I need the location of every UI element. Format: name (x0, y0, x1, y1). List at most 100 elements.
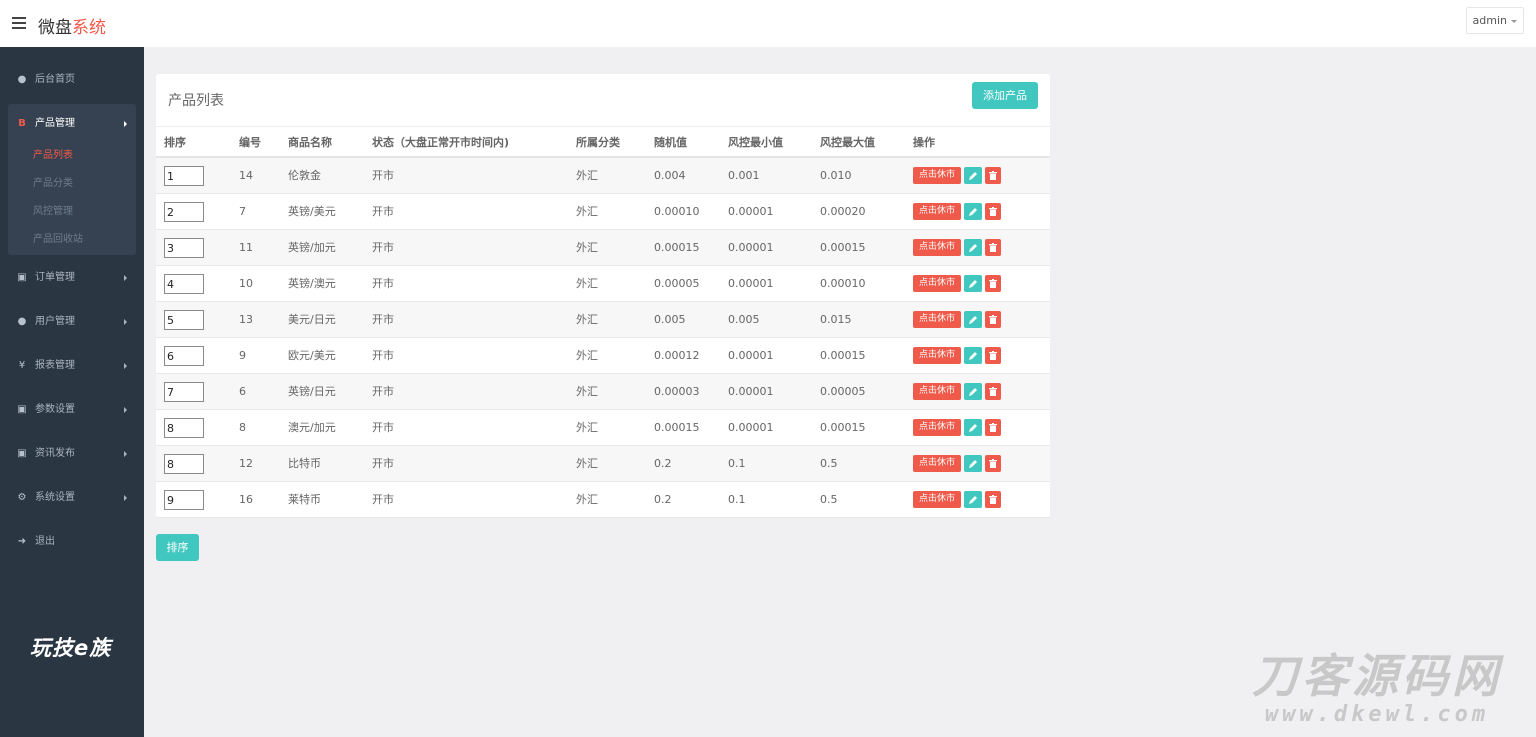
cell-random: 0.00010 (654, 205, 700, 218)
cell-category: 外汇 (576, 277, 598, 290)
edit-button[interactable] (964, 275, 982, 292)
sidebar-item-label: 参数设置 (35, 404, 75, 415)
sort-order-input[interactable] (164, 274, 204, 294)
sign-out-icon: ➜ (17, 536, 27, 547)
sidebar-item-label: 产品管理 (35, 118, 75, 129)
user-dropdown[interactable]: admin (1465, 7, 1524, 34)
sidebar-item-logout[interactable]: ➜ 退出 (0, 531, 144, 553)
sidebar-item-users[interactable]: ● 用户管理 (0, 311, 144, 333)
user-name: admin (1472, 14, 1507, 27)
cell-id: 14 (239, 169, 253, 182)
cell-category: 外汇 (576, 205, 598, 218)
trash-icon (989, 495, 997, 504)
edit-button[interactable] (964, 167, 982, 184)
edit-button[interactable] (964, 203, 982, 220)
cell-random: 0.00003 (654, 385, 700, 398)
column-header: 状态（大盘正常开市时间内) (372, 136, 510, 149)
cell-name: 伦敦金 (288, 169, 321, 182)
bitcoin-icon: B (18, 118, 26, 129)
table-row: 8 澳元/加元 开市 外汇 0.00015 0.00001 0.00015 点击休市 (156, 410, 1050, 446)
delete-button[interactable] (985, 275, 1001, 292)
sort-order-input[interactable] (164, 382, 204, 402)
edit-button[interactable] (964, 383, 982, 400)
add-product-button[interactable]: 添加产品 (972, 82, 1038, 109)
hamburger-menu-icon[interactable] (12, 17, 26, 29)
column-header: 商品名称 (288, 136, 332, 149)
delete-button[interactable] (985, 383, 1001, 400)
watermark-left: 玩技e族 (30, 636, 112, 660)
sort-order-input[interactable] (164, 454, 204, 474)
close-market-button[interactable]: 点击休市 (913, 347, 961, 364)
cell-min: 0.00001 (728, 277, 774, 290)
sidebar-item-dashboard[interactable]: ● 后台首页 (0, 69, 144, 91)
edit-button[interactable] (964, 491, 982, 508)
sort-button[interactable]: 排序 (156, 534, 199, 561)
delete-button[interactable] (985, 203, 1001, 220)
table-row: 6 英镑/日元 开市 外汇 0.00003 0.00001 0.00005 点击休市 (156, 374, 1050, 410)
delete-button[interactable] (985, 347, 1001, 364)
cell-min: 0.001 (728, 169, 760, 182)
cell-min: 0.00001 (728, 421, 774, 434)
sidebar-item-products[interactable]: B 产品管理 (0, 113, 144, 135)
cell-max: 0.00015 (820, 241, 866, 254)
close-market-button[interactable]: 点击休市 (913, 383, 961, 400)
copy-icon: ▣ (17, 272, 27, 283)
sidebar-subitem-product-list[interactable]: 产品列表 (33, 147, 73, 165)
pencil-icon (969, 244, 977, 252)
sort-order-input[interactable] (164, 346, 204, 366)
delete-button[interactable] (985, 455, 1001, 472)
sidebar-item-label: 用户管理 (35, 316, 75, 327)
sidebar-subitem-risk-control[interactable]: 风控管理 (33, 203, 73, 221)
delete-button[interactable] (985, 167, 1001, 184)
sort-order-input[interactable] (164, 490, 204, 510)
edit-button[interactable] (964, 347, 982, 364)
sort-order-input[interactable] (164, 238, 204, 258)
close-market-button[interactable]: 点击休市 (913, 311, 961, 328)
sidebar-item-label: 系统设置 (35, 492, 75, 503)
close-market-button[interactable]: 点击休市 (913, 455, 961, 472)
pencil-icon (969, 316, 977, 324)
sidebar-subitem-product-category[interactable]: 产品分类 (33, 175, 73, 193)
sidebar-item-system[interactable]: ⚙ 系统设置 (0, 487, 144, 509)
edit-button[interactable] (964, 455, 982, 472)
delete-button[interactable] (985, 311, 1001, 328)
cell-max: 0.015 (820, 313, 852, 326)
edit-button[interactable] (964, 239, 982, 256)
sidebar-subitem-recycle-bin[interactable]: 产品回收站 (33, 231, 83, 249)
delete-button[interactable] (985, 491, 1001, 508)
close-market-button[interactable]: 点击休市 (913, 419, 961, 436)
sidebar-item-params[interactable]: ▣ 参数设置 (0, 399, 144, 421)
close-market-button[interactable]: 点击休市 (913, 203, 961, 220)
cell-id: 8 (239, 421, 246, 434)
cell-name: 英镑/澳元 (288, 277, 336, 290)
chevron-right-icon (124, 363, 127, 369)
sort-order-input[interactable] (164, 166, 204, 186)
edit-button[interactable] (964, 419, 982, 436)
sort-order-input[interactable] (164, 310, 204, 330)
delete-button[interactable] (985, 239, 1001, 256)
cell-name: 英镑/美元 (288, 205, 336, 218)
chevron-right-icon (124, 495, 127, 501)
close-market-button[interactable]: 点击休市 (913, 167, 961, 184)
trash-icon (989, 243, 997, 252)
divider (156, 126, 1050, 127)
sidebar-item-reports[interactable]: ¥ 报表管理 (0, 355, 144, 377)
cell-random: 0.00005 (654, 277, 700, 290)
cell-name: 欧元/美元 (288, 349, 336, 362)
top-bar: 微盘系统 admin (0, 0, 1536, 47)
close-market-button[interactable]: 点击休市 (913, 239, 961, 256)
column-header: 风控最大值 (820, 136, 875, 149)
sidebar-item-orders[interactable]: ▣ 订单管理 (0, 267, 144, 289)
brand-title: 微盘系统 (38, 13, 106, 38)
cell-id: 9 (239, 349, 246, 362)
close-market-button[interactable]: 点击休市 (913, 275, 961, 292)
edit-button[interactable] (964, 311, 982, 328)
delete-button[interactable] (985, 419, 1001, 436)
sort-order-input[interactable] (164, 418, 204, 438)
close-market-button[interactable]: 点击休市 (913, 491, 961, 508)
watermark-title: 刀客源码网 (1252, 649, 1502, 703)
copy-icon: ▣ (17, 404, 27, 415)
sidebar-item-news[interactable]: ▣ 资讯发布 (0, 443, 144, 465)
sort-order-input[interactable] (164, 202, 204, 222)
column-header: 所属分类 (576, 136, 620, 149)
